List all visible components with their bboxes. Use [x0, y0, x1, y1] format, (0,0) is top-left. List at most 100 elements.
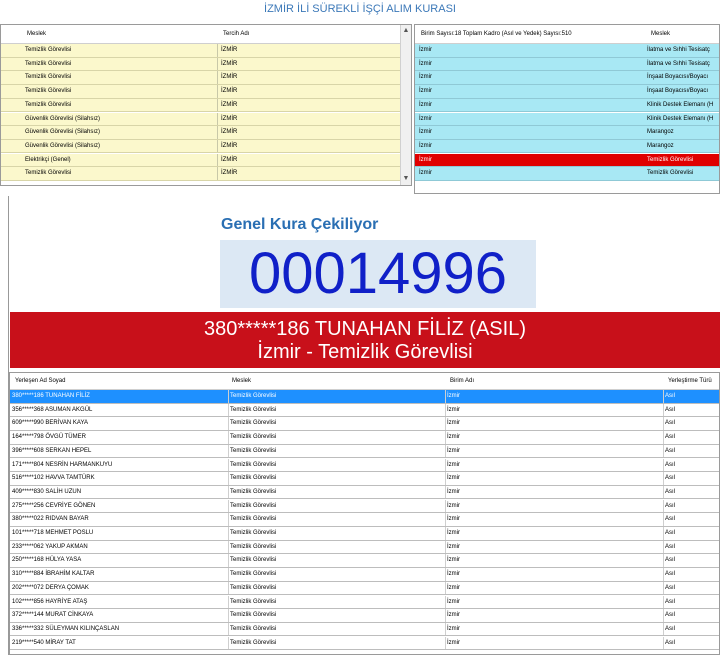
column-header-birim[interactable]: Birim Sayısı:18 Toplam Kadro (Asıl ve Ye…: [421, 25, 572, 44]
cell-birim-adi: İzmir: [447, 475, 460, 482]
table-row[interactable]: İzmir Marangoz: [415, 126, 719, 140]
cell-ad-soyad: 356*****368 ASUMAN AKGÜL: [12, 406, 93, 413]
cell-meslek: Elektrikçi (Genel): [25, 156, 71, 163]
table-row[interactable]: 164*****798 ÖVGÜ TÜMER Temizlik Görevlisi…: [10, 431, 719, 445]
cell-ad-soyad: 409*****830 SALİH UZUN: [12, 488, 82, 495]
table-row[interactable]: 409*****830 SALİH UZUN Temizlik Görevlisi…: [10, 485, 719, 500]
cell-birim: İzmir: [419, 101, 432, 108]
cell-ad-soyad: 396*****608 SERKAN HEPEL: [12, 447, 92, 454]
column-divider: [663, 622, 664, 636]
cell-meslek: Marangoz: [647, 142, 674, 149]
scroll-down-icon[interactable]: ▼: [401, 174, 411, 184]
column-divider: [663, 390, 664, 403]
column-divider: [217, 153, 218, 167]
cell-meslek: Temizlik Görevlisi: [230, 557, 277, 564]
cell-ad-soyad: 171*****804 NESRİN HARMANKUYU: [12, 461, 113, 468]
results-grid[interactable]: Yerleşen Ad Soyad Meslek Birim Adı Yerle…: [9, 372, 720, 655]
table-row[interactable]: İzmir Marangoz: [415, 139, 719, 154]
table-row[interactable]: İzmir Temizlik Görevlisi: [415, 167, 719, 181]
column-divider: [663, 568, 664, 581]
birim-grid[interactable]: Birim Sayısı:18 Toplam Kadro (Asıl ve Ye…: [414, 24, 720, 194]
table-row[interactable]: Temizlik Görevlisi İZMİR: [1, 98, 411, 113]
table-row[interactable]: Temizlik Görevlisi İZMİR: [1, 85, 411, 99]
column-divider: [445, 390, 446, 403]
table-row[interactable]: 202*****072 DERYA ÇOMAK Temizlik Görevlis…: [10, 581, 719, 596]
table-row[interactable]: 609*****990 BERİVAN KAYA Temizlik Görevli…: [10, 417, 719, 431]
column-divider: [445, 540, 446, 554]
cell-meslek: Temizlik Görevlisi: [230, 516, 277, 523]
table-row[interactable]: 275*****256 CEVRİYE GÖNEN Temizlik Görevl…: [10, 499, 719, 514]
column-divider: [217, 44, 218, 57]
table-row[interactable]: 219*****540 MİRAY TAT Temizlik Görevlisi İ…: [10, 636, 719, 651]
cell-birim-adi: İzmir: [447, 639, 460, 646]
table-row[interactable]: 372*****144 MURAT CİNKAYA Temizlik Görevl…: [10, 609, 719, 623]
table-row[interactable]: 233*****062 YAKUP AKMAN Temizlik Görevlis…: [10, 540, 719, 555]
table-row[interactable]: İzmir Klinik Destek Elemanı (H: [415, 98, 719, 113]
results-grid-header: Yerleşen Ad Soyad Meslek Birim Adı Yerle…: [10, 373, 719, 390]
column-divider: [663, 513, 664, 526]
column-divider: [445, 622, 446, 636]
table-row[interactable]: İzmir İnşaat Boyacısı/Boyacı: [415, 85, 719, 99]
table-row[interactable]: 310*****884 İBRAHİM KALTAR Temizlik Görev…: [10, 568, 719, 582]
column-header-ad-soyad[interactable]: Yerleşen Ad Soyad: [15, 373, 65, 390]
column-header-meslek[interactable]: Meslek: [232, 373, 251, 390]
tercih-grid[interactable]: Meslek Tercih Adı Temizlik Görevlisi İZMİ…: [0, 24, 412, 186]
cell-meslek: Temizlik Görevlisi: [230, 639, 277, 646]
cell-yerlestirme-turu: Asıl: [665, 639, 676, 646]
column-header-birim-adi[interactable]: Birim Adı: [450, 373, 474, 390]
cell-meslek: Temizlik Görevlisi: [25, 170, 72, 177]
table-row[interactable]: Temizlik Görevlisi İZMİR: [1, 57, 411, 72]
table-row[interactable]: İzmir Klinik Destek Elemanı (H: [415, 112, 719, 127]
cell-tercih-adi: İZMİR: [221, 101, 238, 108]
column-header-yerlestirme-turu[interactable]: Yerleştirme Türü: [668, 373, 712, 390]
table-row[interactable]: 336*****332 SÜLEYMAN KILINÇASLAN Temizlik…: [10, 622, 719, 637]
cell-yerlestirme-turu: Asıl: [665, 475, 676, 482]
birim-grid-header: Birim Sayısı:18 Toplam Kadro (Asıl ve Ye…: [415, 25, 719, 44]
tercih-grid-scrollbar[interactable]: ▲ ▼: [400, 25, 411, 185]
table-row[interactable]: 171*****804 NESRİN HARMANKUYU Temizlik Gö…: [10, 458, 719, 473]
cell-meslek: Temizlik Görevlisi: [647, 170, 694, 177]
scroll-up-icon[interactable]: ▲: [401, 26, 411, 36]
table-row[interactable]: Güvenlik Görevlisi (Silahsız) İZMİR: [1, 112, 411, 127]
table-row[interactable]: Elektrikçi (Genel) İZMİR: [1, 153, 411, 168]
column-header-meslek[interactable]: Meslek: [27, 25, 46, 44]
table-row[interactable]: İzmir İlatma ve Sıhhi Tesisatç: [415, 44, 719, 58]
table-row[interactable]: 380*****186 TUNAHAN FİLİZ Temizlik Görevl…: [10, 390, 719, 404]
column-divider: [228, 458, 229, 472]
table-row[interactable]: 102*****856 HAYRİYE ATAŞ Temizlik Görevli…: [10, 595, 719, 610]
cell-ad-soyad: 336*****332 SÜLEYMAN KILINÇASLAN: [12, 625, 120, 632]
table-row[interactable]: 516*****102 HAVVA TAMTÜRK Temizlik Görevl…: [10, 472, 719, 486]
table-row[interactable]: İzmir İlatma ve Sıhhi Tesisatç: [415, 57, 719, 72]
cell-yerlestirme-turu: Asıl: [665, 612, 676, 619]
column-divider: [663, 540, 664, 554]
cell-birim-adi: İzmir: [447, 543, 460, 550]
table-row[interactable]: Güvenlik Görevlisi (Silahsız) İZMİR: [1, 126, 411, 140]
column-divider: [663, 609, 664, 622]
cell-meslek: Temizlik Görevlisi: [230, 447, 277, 454]
column-divider: [663, 403, 664, 417]
column-divider: [445, 458, 446, 472]
table-row[interactable]: 101*****718 MEHMET POSLU Temizlik Görevli…: [10, 527, 719, 541]
table-row[interactable]: Temizlik Görevlisi İZMİR: [1, 167, 411, 181]
column-divider: [228, 595, 229, 609]
table-row[interactable]: İzmir İnşaat Boyacısı/Boyacı: [415, 71, 719, 85]
column-header-meslek[interactable]: Meslek: [651, 25, 670, 44]
table-row[interactable]: 380*****022 RIDVAN BAYAR Temizlik Görevli…: [10, 513, 719, 527]
table-row[interactable]: Güvenlik Görevlisi (Silahsız) İZMİR: [1, 139, 411, 154]
cell-meslek: Güvenlik Görevlisi (Silahsız): [25, 129, 101, 136]
table-row[interactable]: İzmir Temizlik Görevlisi: [415, 153, 719, 168]
cell-ad-soyad: 164*****798 ÖVGÜ TÜMER: [12, 434, 86, 441]
table-row[interactable]: Temizlik Görevlisi İZMİR: [1, 71, 411, 85]
column-divider: [228, 499, 229, 513]
table-row[interactable]: 396*****608 SERKAN HEPEL Temizlik Görevli…: [10, 444, 719, 459]
cell-yerlestirme-turu: Asıl: [665, 461, 676, 468]
table-row[interactable]: 356*****368 ASUMAN AKGÜL Temizlik Görevli…: [10, 403, 719, 418]
cell-ad-soyad: 380*****022 RIDVAN BAYAR: [12, 516, 89, 523]
cell-ad-soyad: 380*****186 TUNAHAN FİLİZ: [12, 393, 90, 399]
table-row[interactable]: 250*****168 HÜLYA YASA Temizlik Görevlisi…: [10, 554, 719, 568]
table-row[interactable]: Temizlik Görevlisi İZMİR: [1, 44, 411, 58]
cell-meslek: Temizlik Görevlisi: [25, 101, 72, 108]
cell-birim-adi: İzmir: [447, 557, 460, 564]
column-divider: [217, 57, 218, 71]
column-header-tercih-adi[interactable]: Tercih Adı: [223, 25, 249, 44]
